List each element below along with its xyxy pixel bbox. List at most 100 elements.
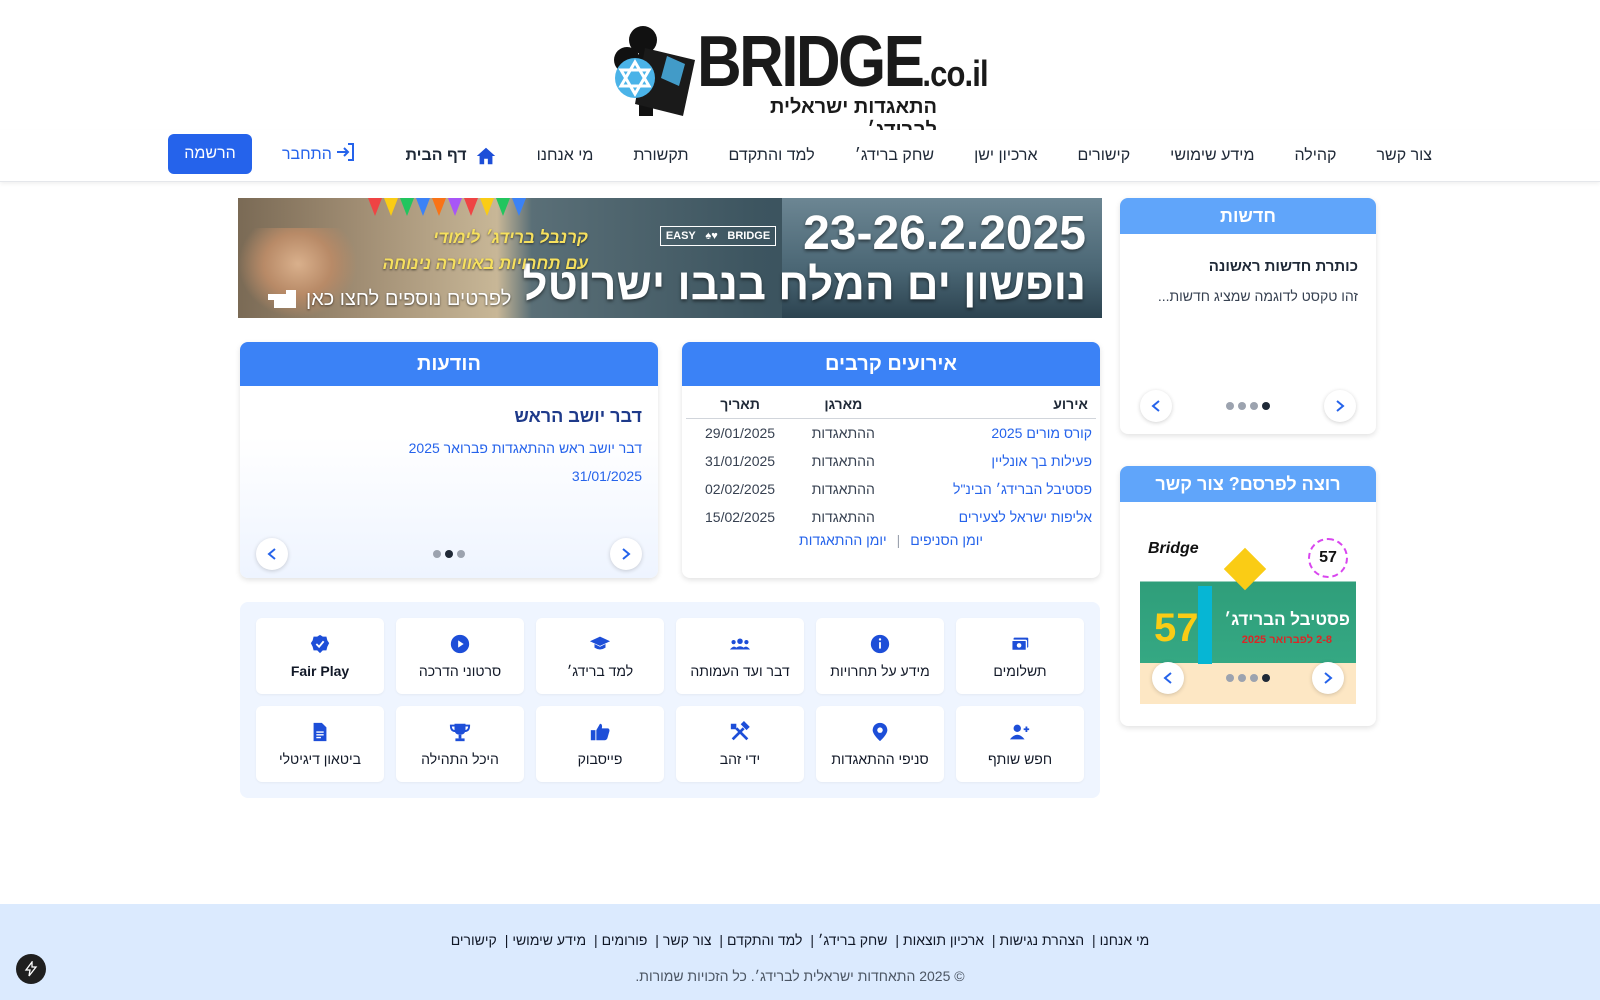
carousel-dot-active[interactable] [1262, 402, 1270, 410]
nav-learn[interactable]: למד והתקדם [729, 147, 815, 165]
carousel-dot[interactable] [1238, 674, 1246, 682]
advertise-header[interactable]: רוצה לפרסם? צור קשר [1120, 466, 1376, 502]
ad-brand: Bridge [1148, 540, 1199, 557]
tile-tutorial-videos[interactable]: סרטוני הדרכה [396, 618, 524, 694]
nav-useful-info[interactable]: מידע שימושי [1170, 147, 1254, 165]
tile-label: ידי זהב [719, 751, 761, 767]
register-button[interactable]: הרשמה [168, 134, 252, 174]
site-footer: מי אנחנו| הצהרת נגישות| ארכיון תוצאות| ש… [0, 904, 1600, 1000]
announcement-title[interactable]: דבר יושב הראש [514, 406, 642, 427]
tile-label: סניפי ההתאגדות [831, 751, 929, 767]
chevron-right-icon [1336, 400, 1345, 412]
news-item-title[interactable]: כותרת חדשות ראשונה [1209, 258, 1358, 275]
tile-learn-bridge[interactable]: למד ברידג׳ [536, 618, 664, 694]
tile-board-message[interactable]: דבר ועד העמותה [676, 618, 804, 694]
group-icon [729, 638, 751, 650]
promo-banner[interactable]: EASY ♠♥ BRIDGE 23-26.2.2025 נופשון ים המ… [238, 198, 1102, 318]
news-next-button[interactable] [1324, 390, 1356, 422]
tile-handyman[interactable]: ידי זהב [676, 706, 804, 782]
news-card: חדשות כותרת חדשות ראשונה זהו טקסט לדוגמה… [1120, 198, 1376, 434]
carousel-dot[interactable] [1226, 402, 1234, 410]
news-item-text: זהו טקסט לדוגמה שמציג חדשות... [1157, 288, 1358, 304]
carousel-dot-active[interactable] [445, 550, 453, 558]
footer-separator: | [593, 932, 598, 948]
event-organizer: ההתאגדות [811, 453, 875, 469]
footer-separator: | [655, 932, 659, 948]
footer-link-forums[interactable]: פורומים [602, 932, 648, 948]
nav-home[interactable]: דף הבית [405, 145, 496, 167]
footer-link-accessibility[interactable]: הצהרת נגישות [1000, 932, 1085, 948]
tile-branches[interactable]: סניפי ההתאגדות [816, 706, 944, 782]
site-logo[interactable]: BRIDGE.co.il התאגדות ישראלית לברידג׳ [0, 18, 1600, 141]
tile-digital-magazine[interactable]: ביטאון דיגיטלי [256, 706, 384, 782]
nav-media[interactable]: תקשורת [633, 147, 688, 165]
tile-payments[interactable]: תשלומים [956, 618, 1084, 694]
event-name[interactable]: פעילות בך אונליין [893, 447, 1096, 475]
dev-tools-button[interactable] [16, 954, 46, 984]
announcements-prev-button[interactable] [256, 538, 288, 570]
event-name[interactable]: אליפות ישראל לצעירים [893, 503, 1096, 531]
easy-bridge-left: EASY [665, 230, 696, 242]
banner-cta[interactable]: לפרטים נוספים לחצו כאן [266, 286, 511, 312]
branches-calendar-link[interactable]: יומן הסניפים [910, 532, 983, 548]
tile-fair-play[interactable]: Fair Play [256, 618, 384, 694]
nav-community[interactable]: קהילה [1294, 147, 1336, 165]
carousel-dot[interactable] [1250, 402, 1258, 410]
announcement-text[interactable]: דבר יושב ראש ההתאגדות פברואר 2025 [409, 440, 642, 456]
home-icon [476, 147, 495, 165]
ad-prev-button[interactable] [1152, 662, 1184, 694]
ad-next-button[interactable] [1312, 662, 1344, 694]
announcements-next-button[interactable] [610, 538, 642, 570]
thumbs-up-icon [590, 723, 610, 741]
event-name[interactable]: קורס מורים 2025 [893, 419, 1096, 448]
carousel-dot-active[interactable] [1262, 674, 1270, 682]
carousel-dot[interactable] [1238, 402, 1246, 410]
footer-link-links[interactable]: קישורים [451, 932, 497, 948]
news-carousel-dots [1226, 402, 1270, 410]
nav-about[interactable]: מי אנחנו [537, 147, 594, 165]
footer-link-learn[interactable]: למד והתקדם [727, 932, 802, 948]
footer-link-results-archive[interactable]: ארכיון תוצאות [903, 932, 984, 948]
announcement-date: 31/01/2025 [571, 468, 642, 484]
tile-label: דבר ועד העמותה [690, 663, 790, 679]
nav-home-label: דף הבית [405, 147, 467, 164]
login-link[interactable]: התחבר [282, 140, 358, 170]
footer-link-useful-info[interactable]: מידע שימושי [512, 932, 586, 948]
card-suits-icon: ♠♥ [705, 230, 718, 242]
add-user-icon [1009, 724, 1030, 740]
news-prev-button[interactable] [1140, 390, 1172, 422]
ad-big-number: 57 [1154, 606, 1199, 650]
announcements-carousel-dots [433, 550, 465, 558]
nav-contact[interactable]: צור קשר [1376, 147, 1432, 165]
footer-link-play[interactable]: שחק ברידג׳ [818, 932, 887, 948]
event-name[interactable]: פסטיבל הברידג׳ הבינ"ל [893, 475, 1096, 503]
col-organizer: מארגן [794, 394, 893, 419]
nav-play[interactable]: שחק ברידג׳ [855, 147, 934, 165]
events-card: אירועים קרבים אירוע מארגן תאריך קורס מור… [682, 342, 1100, 578]
hand-pointer-icon [268, 290, 296, 308]
ad-carousel-dots [1226, 674, 1270, 682]
carousel-dot[interactable] [1250, 674, 1258, 682]
tile-label: סרטוני הדרכה [418, 663, 502, 679]
association-calendar-link[interactable]: יומן ההתאגדות [799, 532, 887, 548]
carousel-dot[interactable] [1226, 674, 1234, 682]
events-calendar-links: יומן הסניפים | יומן ההתאגדות [682, 532, 1100, 548]
ad-badge: 57 [1308, 538, 1348, 578]
main-navbar: דף הבית מי אנחנו תקשורת למד והתקדם שחק ב… [0, 130, 1600, 182]
tile-hall-of-fame[interactable]: היכל התהילה [396, 706, 524, 782]
nav-archive[interactable]: ארכיון ישן [974, 147, 1037, 165]
carousel-dot[interactable] [457, 550, 465, 558]
nav-links: דף הבית מי אנחנו תקשורת למד והתקדם שחק ב… [366, 130, 1432, 182]
tile-facebook[interactable]: פייסבוק [536, 706, 664, 782]
tile-competition-info[interactable]: מידע על תחרויות [816, 618, 944, 694]
banner-promo-line1: קרנבל ברידג׳ לימודי [433, 228, 588, 247]
payments-icon [1011, 637, 1029, 652]
carousel-dot[interactable] [433, 550, 441, 558]
footer-link-about[interactable]: מי אנחנו [1100, 932, 1150, 948]
chevron-left-icon [267, 548, 276, 560]
tile-find-partner[interactable]: חפש שותף [956, 706, 1084, 782]
banner-promo-line2: עם תחרויות באווירה נינוחה [382, 254, 588, 273]
footer-separator: | [1091, 932, 1096, 948]
footer-link-contact[interactable]: צור קשר [663, 932, 712, 948]
nav-links-page[interactable]: קישורים [1077, 147, 1130, 165]
